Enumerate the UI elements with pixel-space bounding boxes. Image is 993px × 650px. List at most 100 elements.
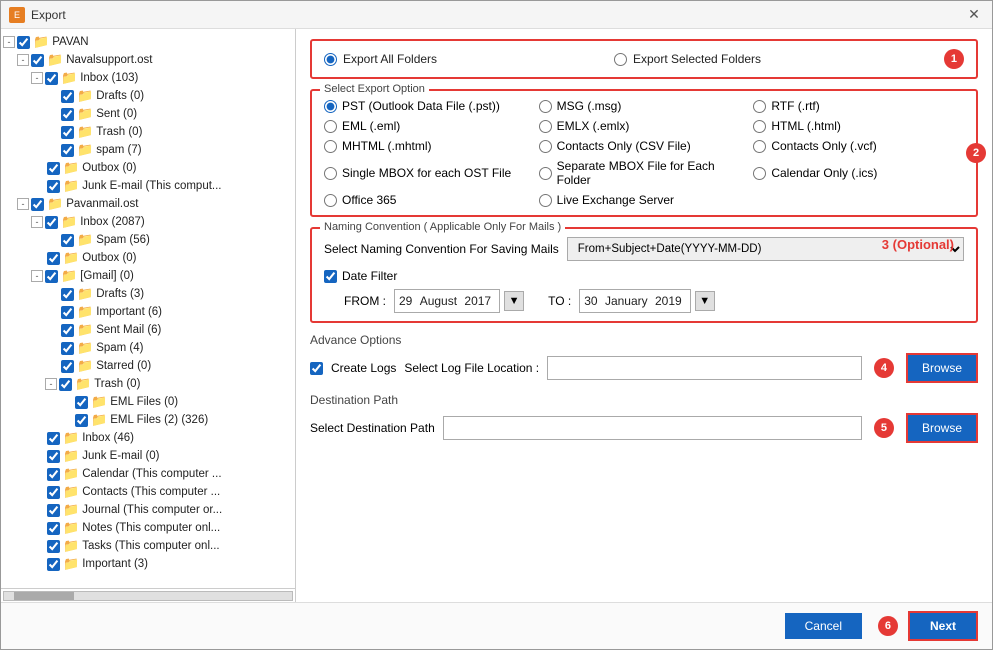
tree-checkbox-drafts3[interactable] [61,288,74,301]
destination-path-input[interactable]: C:\Users\HP\Desktop [443,416,862,440]
tree-item-pavan[interactable]: -📁PAVAN [1,33,295,51]
export-format-radio-emlx[interactable] [539,120,552,133]
export-format-radio-msg[interactable] [539,100,552,113]
tree-scroll[interactable]: -📁PAVAN-📁Navalsupport.ost-📁Inbox (103)📁D… [1,29,295,588]
export-format-radio-live_exchange[interactable] [539,194,552,207]
tree-item-emlfiles0[interactable]: 📁EML Files (0) [1,393,295,411]
tree-checkbox-tasks[interactable] [47,540,60,553]
log-path-input[interactable]: C:\Users\HP\Desktop [547,356,862,380]
tree-checkbox-sent0[interactable] [61,108,74,121]
cancel-button[interactable]: Cancel [785,613,862,639]
tree-checkbox-drafts0[interactable] [61,90,74,103]
tree-item-pavanmail[interactable]: -📁Pavanmail.ost [1,195,295,213]
tree-item-junk0[interactable]: 📁Junk E-mail (This comput... [1,177,295,195]
tree-checkbox-pavanmail[interactable] [31,198,44,211]
tree-item-calendar[interactable]: 📁Calendar (This computer ... [1,465,295,483]
create-logs-checkbox[interactable] [310,362,323,375]
tree-item-important6[interactable]: 📁Important (6) [1,303,295,321]
tree-item-contacts[interactable]: 📁Contacts (This computer ... [1,483,295,501]
tree-item-emlfiles326[interactable]: 📁EML Files (2) (326) [1,411,295,429]
tree-item-gmail0[interactable]: -📁[Gmail] (0) [1,267,295,285]
tree-checkbox-spam4[interactable] [61,342,74,355]
bottom-bar: Cancel 6 Next [1,602,992,649]
export-format-radio-contacts_vcf[interactable] [753,140,766,153]
export-format-radio-calendar_ics[interactable] [753,167,766,180]
to-date-input[interactable]: 30 January 2019 [579,289,690,313]
tree-item-journal[interactable]: 📁Journal (This computer or... [1,501,295,519]
horizontal-scrollbar[interactable] [3,591,293,601]
tree-checkbox-gmail0[interactable] [45,270,58,283]
export-format-radio-mhtml[interactable] [324,140,337,153]
tree-checkbox-starred0[interactable] [61,360,74,373]
tree-item-drafts0[interactable]: 📁Drafts (0) [1,87,295,105]
destination-browse-button[interactable]: Browse [906,413,978,443]
tree-item-spam7[interactable]: 📁spam (7) [1,141,295,159]
export-format-radio-separate_mbox[interactable] [539,167,552,180]
tree-item-drafts3[interactable]: 📁Drafts (3) [1,285,295,303]
tree-checkbox-notes[interactable] [47,522,60,535]
tree-checkbox-navalsupport[interactable] [31,54,44,67]
tree-expand-btn[interactable]: - [31,72,43,84]
from-date-input[interactable]: 29 August 2017 [394,289,500,313]
close-button[interactable]: ✕ [964,6,984,24]
log-browse-button[interactable]: Browse [906,353,978,383]
tree-item-sent0[interactable]: 📁Sent (0) [1,105,295,123]
next-button[interactable]: Next [908,611,978,641]
tree-checkbox-calendar[interactable] [47,468,60,481]
export-format-radio-office365[interactable] [324,194,337,207]
tree-checkbox-inbox2087[interactable] [45,216,58,229]
tree-expand-btn[interactable]: - [31,216,43,228]
tree-item-inbox46[interactable]: 📁Inbox (46) [1,429,295,447]
tree-item-tasks[interactable]: 📁Tasks (This computer onl... [1,537,295,555]
tree-item-junk0b[interactable]: 📁Junk E-mail (0) [1,447,295,465]
export-all-radio[interactable] [324,53,337,66]
tree-checkbox-emlfiles326[interactable] [75,414,88,427]
tree-checkbox-trash0b[interactable] [59,378,72,391]
tree-checkbox-contacts[interactable] [47,486,60,499]
tree-checkbox-important3[interactable] [47,558,60,571]
export-format-radio-eml[interactable] [324,120,337,133]
tree-checkbox-inbox103[interactable] [45,72,58,85]
tree-checkbox-journal[interactable] [47,504,60,517]
export-format-radio-pst[interactable] [324,100,337,113]
export-format-radio-rtf[interactable] [753,100,766,113]
tree-item-spam56[interactable]: 📁Spam (56) [1,231,295,249]
tree-item-inbox103[interactable]: -📁Inbox (103) [1,69,295,87]
tree-checkbox-spam7[interactable] [61,144,74,157]
tree-expand-btn[interactable]: - [17,54,29,66]
tree-item-navalsupport[interactable]: -📁Navalsupport.ost [1,51,295,69]
tree-expand-btn[interactable]: - [17,198,29,210]
tree-checkbox-outbox0b[interactable] [47,252,60,265]
tree-checkbox-emlfiles0[interactable] [75,396,88,409]
from-calendar-button[interactable]: ▼ [504,291,524,311]
tree-item-inbox2087[interactable]: -📁Inbox (2087) [1,213,295,231]
tree-item-outbox0[interactable]: 📁Outbox (0) [1,159,295,177]
tree-item-trash0b[interactable]: -📁Trash (0) [1,375,295,393]
tree-item-spam4[interactable]: 📁Spam (4) [1,339,295,357]
tree-expand-btn[interactable]: - [31,270,43,282]
tree-item-trash0[interactable]: 📁Trash (0) [1,123,295,141]
tree-checkbox-inbox46[interactable] [47,432,60,445]
tree-checkbox-sentmail6[interactable] [61,324,74,337]
tree-checkbox-junk0[interactable] [47,180,60,193]
tree-item-sentmail6[interactable]: 📁Sent Mail (6) [1,321,295,339]
tree-item-label: Important (3) [82,558,148,570]
tree-item-notes[interactable]: 📁Notes (This computer onl... [1,519,295,537]
tree-checkbox-important6[interactable] [61,306,74,319]
export-selected-radio[interactable] [614,53,627,66]
tree-checkbox-junk0b[interactable] [47,450,60,463]
export-format-radio-html[interactable] [753,120,766,133]
export-format-radio-single_mbox[interactable] [324,167,337,180]
date-filter-checkbox[interactable] [324,270,337,283]
tree-checkbox-spam56[interactable] [61,234,74,247]
tree-expand-btn[interactable]: - [45,378,57,390]
tree-item-outbox0b[interactable]: 📁Outbox (0) [1,249,295,267]
tree-checkbox-trash0[interactable] [61,126,74,139]
tree-item-important3[interactable]: 📁Important (3) [1,555,295,573]
tree-expand-btn[interactable]: - [3,36,15,48]
to-calendar-button[interactable]: ▼ [695,291,715,311]
tree-checkbox-pavan[interactable] [17,36,30,49]
tree-checkbox-outbox0[interactable] [47,162,60,175]
export-format-radio-contacts_csv[interactable] [539,140,552,153]
tree-item-starred0[interactable]: 📁Starred (0) [1,357,295,375]
